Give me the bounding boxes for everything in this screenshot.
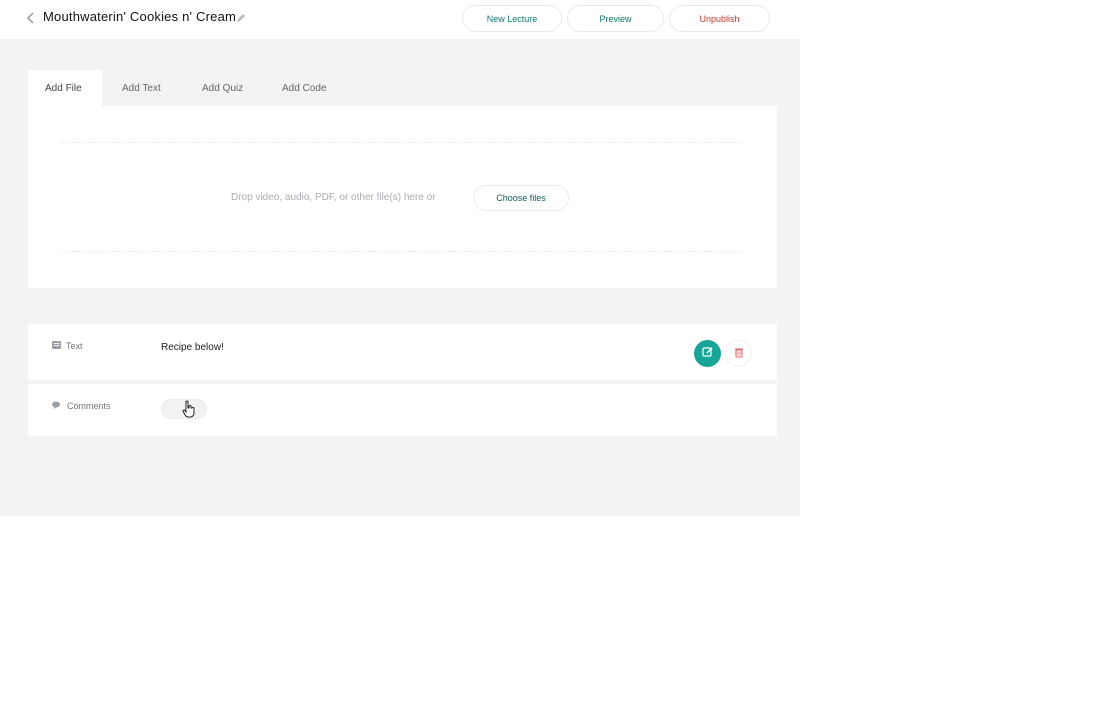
edit-button[interactable]: [694, 340, 721, 367]
dropzone-instructions: Drop video, audio, PDF, or other file(s)…: [231, 192, 436, 203]
hand-pointer-icon: [182, 400, 196, 418]
lecture-title: Mouthwaterin' Cookies n' Cream: [43, 9, 237, 24]
file-upload-panel: Drop video, audio, PDF, or other file(s)…: [28, 106, 777, 288]
editor-workspace: Add File Add Text Add Quiz Add Code Drop…: [0, 39, 800, 516]
trash-icon: [734, 345, 744, 363]
pencil-icon[interactable]: [235, 11, 247, 23]
tab-add-quiz[interactable]: Add Quiz: [182, 70, 262, 106]
header-bar: Mouthwaterin' Cookies n' Cream New Lectu…: [0, 0, 800, 39]
comments-row-label-text: Comments: [67, 401, 111, 411]
back-chevron-icon[interactable]: [24, 10, 38, 26]
preview-button[interactable]: Preview: [567, 5, 664, 32]
comments-row-label: Comments: [52, 401, 111, 411]
unpublish-button[interactable]: Unpublish: [669, 5, 770, 32]
delete-button[interactable]: [725, 340, 752, 367]
choose-files-button[interactable]: Choose files: [473, 185, 569, 211]
text-content-row: Text Recipe below!: [28, 324, 777, 380]
text-row-label: Text: [52, 341, 83, 351]
lecture-editor: Mouthwaterin' Cookies n' Cream New Lectu…: [0, 0, 800, 516]
new-lecture-button[interactable]: New Lecture: [462, 5, 562, 32]
text-row-label-text: Text: [66, 341, 83, 351]
content-type-tabs: Add File Add Text Add Quiz Add Code: [28, 70, 346, 106]
edit-icon: [701, 345, 714, 363]
tab-add-file[interactable]: Add File: [28, 70, 102, 106]
tab-add-code[interactable]: Add Code: [262, 70, 346, 106]
tab-add-text[interactable]: Add Text: [102, 70, 182, 106]
text-row-value: Recipe below!: [161, 342, 224, 353]
comments-row: Comments: [28, 384, 777, 436]
comments-icon: [52, 401, 62, 411]
text-block-icon: [52, 341, 61, 351]
